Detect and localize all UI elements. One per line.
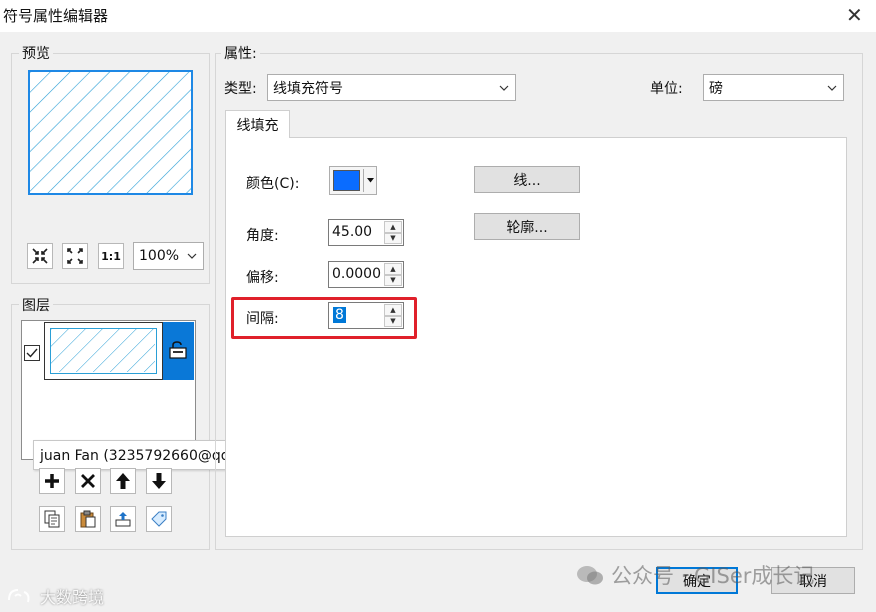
zoom-select[interactable]: 100% bbox=[133, 242, 204, 270]
paste-icon bbox=[80, 510, 96, 528]
copy-icon bbox=[44, 510, 60, 528]
spacing-input[interactable]: 8 ▲ ▼ bbox=[328, 302, 404, 329]
spacing-spinner: ▲ ▼ bbox=[384, 304, 402, 327]
unit-label: 单位: bbox=[650, 81, 683, 97]
move-down-icon bbox=[152, 473, 166, 489]
watermark-right-text: 公众号 · GISer成长记 bbox=[611, 564, 815, 588]
offset-label: 偏移: bbox=[246, 270, 279, 286]
actual-size-icon: 1:1 bbox=[101, 249, 121, 263]
close-icon[interactable]: ✕ bbox=[846, 3, 863, 27]
spin-down-icon[interactable]: ▼ bbox=[384, 232, 402, 244]
watermark-right: 公众号 · GISer成长记 bbox=[575, 560, 814, 590]
color-swatch bbox=[333, 170, 360, 191]
tag-layer-button[interactable] bbox=[146, 506, 172, 532]
paste-layer-button[interactable] bbox=[75, 506, 101, 532]
type-value: 线填充符号 bbox=[273, 80, 343, 97]
zoom-out-icon bbox=[67, 248, 83, 264]
chevron-down-icon bbox=[827, 85, 837, 91]
layer-item[interactable] bbox=[44, 322, 163, 380]
preview-canvas bbox=[28, 70, 193, 195]
copy-layer-button[interactable] bbox=[39, 506, 65, 532]
move-up-icon bbox=[116, 473, 130, 489]
spin-up-icon[interactable]: ▲ bbox=[384, 263, 402, 275]
delete-layer-icon bbox=[81, 474, 95, 488]
tag-icon bbox=[151, 511, 167, 527]
offset-input[interactable]: 0.0000 ▲ ▼ bbox=[328, 261, 404, 288]
move-down-button[interactable] bbox=[146, 468, 172, 494]
zoom-out-button[interactable] bbox=[62, 243, 88, 269]
type-label: 类型: bbox=[224, 81, 257, 97]
angle-input[interactable]: 45.00 ▲ ▼ bbox=[328, 219, 404, 246]
spin-down-icon[interactable]: ▼ bbox=[384, 274, 402, 286]
watermark-left: 大数跨境 bbox=[6, 584, 104, 608]
unit-value: 磅 bbox=[709, 80, 723, 97]
offset-value: 0.0000 bbox=[332, 266, 381, 282]
dropdown-arrow-icon bbox=[367, 178, 374, 183]
watermark-left-text: 大数跨境 bbox=[40, 588, 105, 607]
unlock-icon[interactable] bbox=[168, 341, 188, 359]
add-layer-icon bbox=[45, 474, 59, 488]
color-divider bbox=[363, 169, 364, 192]
angle-spinner: ▲ ▼ bbox=[384, 221, 402, 244]
color-picker[interactable] bbox=[329, 166, 377, 195]
layers-label: 图层 bbox=[19, 295, 53, 315]
chevron-down-icon bbox=[499, 85, 509, 91]
reset-icon bbox=[115, 512, 131, 527]
properties-label: 属性: bbox=[221, 43, 260, 63]
layer-visibility-checkbox[interactable] bbox=[24, 345, 40, 361]
spin-up-icon[interactable]: ▲ bbox=[384, 304, 402, 316]
color-label: 颜色(C): bbox=[246, 176, 300, 192]
hatch-thumbnail bbox=[51, 329, 155, 372]
zoom-value: 100% bbox=[139, 248, 180, 264]
title-bar: 符号属性编辑器 ✕ bbox=[0, 0, 876, 32]
angle-value: 45.00 bbox=[332, 224, 373, 240]
spin-down-icon[interactable]: ▼ bbox=[384, 315, 402, 327]
spacing-label: 间隔: bbox=[246, 311, 279, 327]
wechat-icon bbox=[577, 566, 603, 585]
tab-line-fill[interactable]: 线填充 bbox=[225, 110, 290, 138]
outline-button[interactable]: 轮廓... bbox=[474, 213, 580, 240]
reset-layer-button[interactable] bbox=[110, 506, 136, 532]
add-layer-button[interactable] bbox=[39, 468, 65, 494]
offset-spinner: ▲ ▼ bbox=[384, 263, 402, 286]
window-title: 符号属性编辑器 bbox=[3, 7, 109, 25]
unit-select[interactable]: 磅 bbox=[703, 74, 844, 101]
actual-size-button[interactable]: 1:1 bbox=[98, 243, 124, 269]
check-icon bbox=[26, 348, 38, 358]
brand-logo-icon bbox=[8, 589, 30, 603]
layer-lock-column bbox=[163, 322, 194, 380]
delete-layer-button[interactable] bbox=[75, 468, 101, 494]
hatch-preview bbox=[30, 72, 191, 193]
move-up-button[interactable] bbox=[110, 468, 136, 494]
preview-label: 预览 bbox=[19, 43, 53, 63]
line-button[interactable]: 线... bbox=[474, 166, 580, 193]
tab-label: 线填充 bbox=[236, 117, 279, 134]
chevron-down-icon bbox=[187, 253, 197, 259]
angle-label: 角度: bbox=[246, 228, 279, 244]
zoom-in-button[interactable] bbox=[27, 243, 53, 269]
type-select[interactable]: 线填充符号 bbox=[267, 74, 516, 101]
zoom-in-icon bbox=[32, 248, 48, 264]
spin-up-icon[interactable]: ▲ bbox=[384, 221, 402, 233]
spacing-value: 8 bbox=[333, 307, 346, 323]
layer-thumbnail bbox=[50, 328, 157, 374]
